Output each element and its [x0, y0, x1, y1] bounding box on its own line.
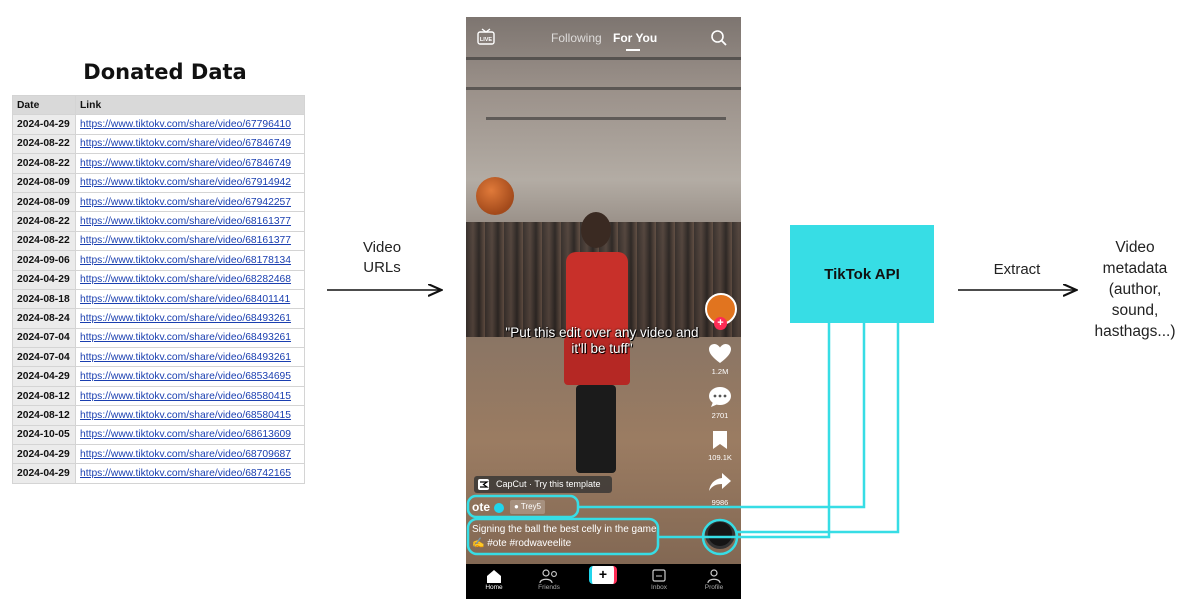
- video-metadata-label: Video metadata (author, sound, hasthags.…: [1080, 237, 1190, 342]
- metadata-line-3: (author,: [1108, 281, 1162, 298]
- username-highlight: [466, 494, 580, 519]
- connector-description: [658, 323, 831, 539]
- metadata-line-2: metadata: [1102, 260, 1168, 277]
- highlight-connectors: [466, 323, 900, 556]
- metadata-line-5: hasthags...): [1094, 323, 1176, 340]
- tiktok-api-label: TikTok API: [824, 266, 900, 283]
- extract-label: Extract: [993, 261, 1041, 278]
- metadata-line-4: sound,: [1111, 302, 1159, 319]
- connector-username: [578, 323, 866, 509]
- description-highlight: [466, 517, 660, 556]
- metadata-line-1: Video: [1115, 239, 1155, 256]
- connector-sound: [737, 323, 900, 534]
